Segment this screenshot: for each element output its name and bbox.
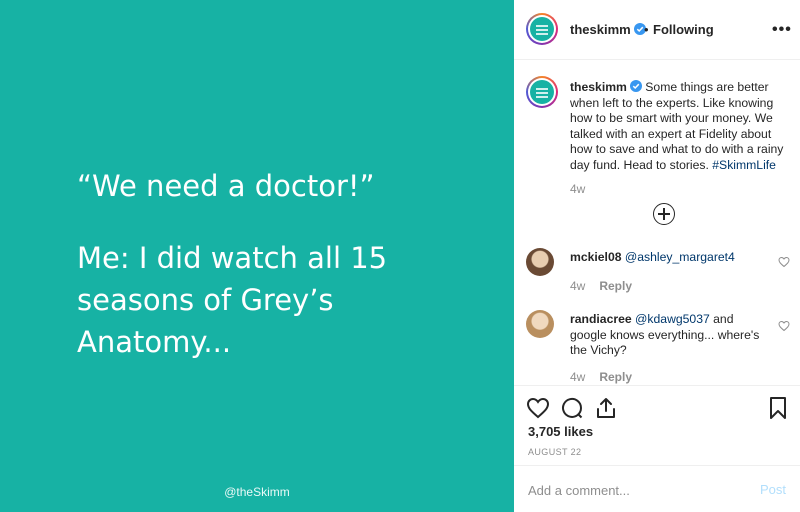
bookmark-icon[interactable] bbox=[766, 396, 790, 420]
quote-line-4: Anatomy... bbox=[77, 325, 232, 359]
quote-line-3: seasons of Grey’s bbox=[77, 283, 334, 317]
quote-line-2: Me: I did watch all 15 bbox=[77, 241, 388, 275]
load-more-comments-icon[interactable] bbox=[653, 203, 675, 225]
likes-count[interactable]: 3,705 likes bbox=[528, 424, 593, 439]
comment-username[interactable]: randiacree bbox=[570, 312, 632, 326]
post-actions: 3,705 likes AUGUST 22 bbox=[514, 385, 800, 465]
comment-like-heart-icon[interactable] bbox=[778, 256, 790, 268]
comment-mention[interactable]: @kdawg5037 bbox=[635, 312, 710, 326]
comment-input[interactable] bbox=[528, 480, 748, 500]
following-button[interactable]: Following bbox=[653, 22, 714, 37]
media-watermark: @theSkimm bbox=[224, 485, 290, 499]
quote-line-1: “We need a doctor!” bbox=[77, 169, 375, 203]
comment-meta: 4w Reply bbox=[570, 370, 632, 384]
caption-text: theskimm Some things are better when lef… bbox=[570, 80, 790, 173]
reply-button[interactable]: Reply bbox=[599, 279, 632, 293]
comments-section[interactable]: theskimm Some things are better when lef… bbox=[514, 60, 800, 385]
post-date[interactable]: AUGUST 22 bbox=[528, 447, 581, 457]
author-avatar[interactable] bbox=[526, 13, 558, 45]
reply-button[interactable]: Reply bbox=[599, 370, 632, 384]
comment-mention[interactable]: @ashley_margaret4 bbox=[625, 250, 735, 264]
caption-username[interactable]: theskimm bbox=[570, 80, 627, 94]
comment-username[interactable]: mckiel08 bbox=[570, 250, 622, 264]
comment-text: mckiel08 @ashley_margaret4 bbox=[570, 250, 770, 266]
verified-badge-icon bbox=[629, 80, 642, 92]
comment-time[interactable]: 4w bbox=[570, 279, 585, 293]
comment-like-heart-icon[interactable] bbox=[778, 320, 790, 332]
heart-icon[interactable] bbox=[526, 396, 550, 420]
comment-avatar[interactable] bbox=[526, 310, 554, 338]
caption-time[interactable]: 4w bbox=[570, 182, 585, 196]
caption-avatar[interactable] bbox=[526, 76, 558, 108]
more-options-icon[interactable]: ••• bbox=[772, 21, 792, 39]
comment-time[interactable]: 4w bbox=[570, 370, 585, 384]
post-comment-button[interactable]: Post bbox=[760, 482, 786, 497]
comment-icon[interactable] bbox=[560, 396, 584, 420]
post-media[interactable]: “We need a doctor!” Me: I did watch all … bbox=[0, 0, 514, 512]
post-header: theskimm • Following ••• bbox=[514, 0, 800, 60]
author-username-text[interactable]: theskimm bbox=[570, 22, 631, 37]
share-icon[interactable] bbox=[594, 396, 618, 420]
header-separator: • bbox=[644, 22, 649, 37]
comment-meta: 4w Reply bbox=[570, 279, 632, 293]
add-comment-bar: Post bbox=[514, 465, 800, 512]
post-side-panel: theskimm • Following ••• theskimm Some t… bbox=[514, 0, 800, 512]
comment-text: randiacree @kdawg5037 and google knows e… bbox=[570, 312, 770, 359]
author-username[interactable]: theskimm bbox=[570, 22, 646, 37]
comment-avatar[interactable] bbox=[526, 248, 554, 276]
caption-hashtag[interactable]: #SkimmLife bbox=[712, 158, 776, 172]
